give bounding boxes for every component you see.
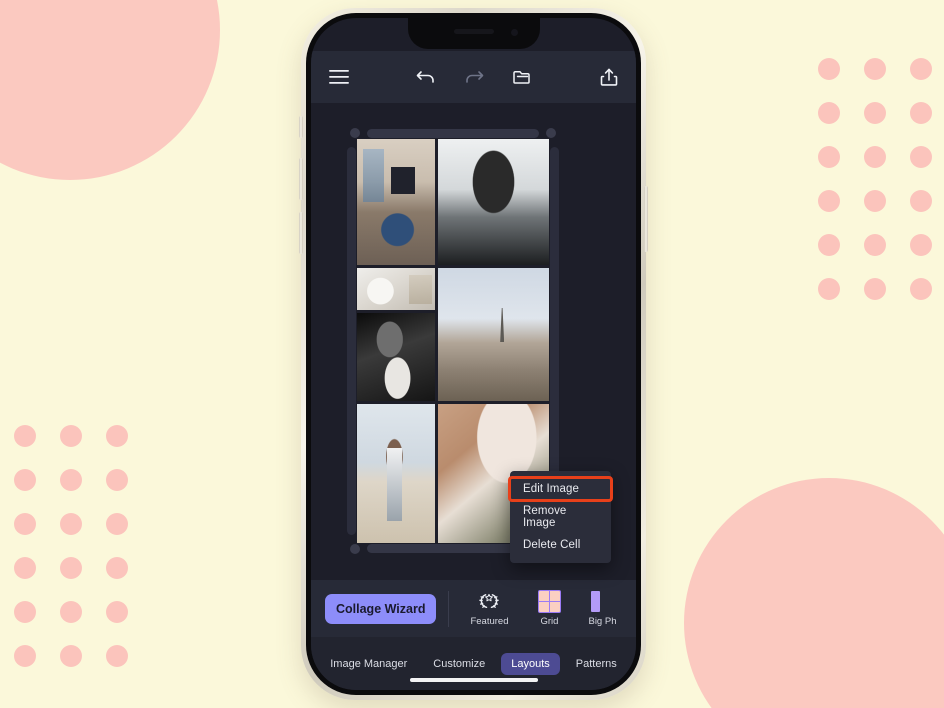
front-camera-icon [510,29,518,36]
dot [910,234,932,256]
layout-tool-row: Collage Wizard Featured Grid Big Ph [311,580,636,637]
dot [864,102,886,124]
resize-handle-top-left[interactable] [350,128,360,138]
hamburger-menu-icon[interactable] [329,69,349,85]
dot [14,513,36,535]
notch [407,18,540,49]
dot-grid-left [14,425,152,689]
volume-down-button[interactable] [299,212,303,254]
dot [14,557,36,579]
dot [106,425,128,447]
selection-bar-top[interactable] [367,129,539,138]
toolbar-item-grid[interactable]: Grid [519,590,579,627]
collage-cell-2[interactable] [438,139,549,265]
dot [864,278,886,300]
dot [14,425,36,447]
dot [864,190,886,212]
tab-layouts[interactable]: Layouts [501,652,560,675]
silent-switch[interactable] [299,116,303,138]
dot [60,601,82,623]
collage-row [357,268,549,401]
grid-2x2-icon [537,590,561,613]
dot [818,146,840,168]
dot [14,645,36,667]
phone-body: Edit Image Remove Image Delete Cell Coll… [306,13,641,695]
phone-screen: Edit Image Remove Image Delete Cell Coll… [311,18,636,690]
dot [14,601,36,623]
context-menu-item-delete-cell[interactable]: Delete Cell [510,534,611,556]
dot [910,190,932,212]
resize-handle-top-right[interactable] [546,128,556,138]
dot [60,645,82,667]
dot [910,146,932,168]
collage-cell-6[interactable] [357,404,435,543]
earpiece-speaker [453,29,494,34]
dot [910,58,932,80]
toolbar-divider [448,590,450,627]
collage-cell-3[interactable] [357,268,435,310]
dot [864,58,886,80]
open-folder-icon[interactable] [512,68,533,86]
dot [910,102,932,124]
dot-grid-right [818,58,944,322]
collage-row [357,139,549,265]
dot [818,102,840,124]
collage-cell-4[interactable] [357,313,435,401]
selection-bar-left[interactable] [347,147,356,535]
dot [864,146,886,168]
toolbar-item-label: Grid [540,616,559,627]
dot [14,469,36,491]
toolbar-item-label: Featured [470,616,509,627]
toolbar-item-label: Big Ph [588,616,617,627]
phone-mockup: Edit Image Remove Image Delete Cell Coll… [299,8,648,700]
collage-column [357,268,435,401]
redo-icon[interactable] [464,68,484,86]
dot [60,557,82,579]
laurel-wreath-icon [479,593,500,609]
dot [60,513,82,535]
resize-handle-bottom-left[interactable] [350,544,360,554]
share-export-icon[interactable] [600,67,618,87]
bottom-panel: Collage Wizard Featured Grid Big Ph Imag… [311,580,636,690]
dot [106,513,128,535]
cell-context-menu[interactable]: Edit Image Remove Image Delete Cell [508,471,613,563]
pink-circle-top-left [0,0,220,180]
dot [910,278,932,300]
pink-circle-bottom-right [684,478,944,708]
phone-frame: Edit Image Remove Image Delete Cell Coll… [299,8,648,700]
context-menu-item-remove-image[interactable]: Remove Image [510,500,611,534]
app-top-bar [311,51,636,103]
dot [818,190,840,212]
dot [864,234,886,256]
big-photo-icon [590,590,614,613]
undo-icon[interactable] [416,68,436,86]
toolbar-item-big-photo[interactable]: Big Ph [579,590,625,627]
home-indicator[interactable] [409,678,538,682]
dot [818,234,840,256]
dot [106,557,128,579]
dot [818,278,840,300]
topbar-center-actions [349,68,600,86]
collage-wizard-button[interactable]: Collage Wizard [325,593,437,624]
collage-cell-1[interactable] [357,139,435,265]
toolbar-item-featured[interactable]: Featured [459,590,519,627]
dot [60,425,82,447]
tab-image-manager[interactable]: Image Manager [320,653,417,675]
tab-patterns[interactable]: Patterns [566,653,627,675]
dot [60,469,82,491]
dot [106,469,128,491]
collage-canvas[interactable]: Edit Image Remove Image Delete Cell [311,103,636,580]
dot [818,58,840,80]
collage-cell-5[interactable] [438,268,549,401]
volume-up-button[interactable] [299,158,303,200]
bottom-tab-bar: Image Manager Customize Layouts Patterns [311,637,636,690]
dot [106,601,128,623]
context-menu-item-edit-image[interactable]: Edit Image [508,476,613,502]
power-button[interactable] [644,186,648,252]
tab-customize[interactable]: Customize [423,653,495,675]
dot [106,645,128,667]
